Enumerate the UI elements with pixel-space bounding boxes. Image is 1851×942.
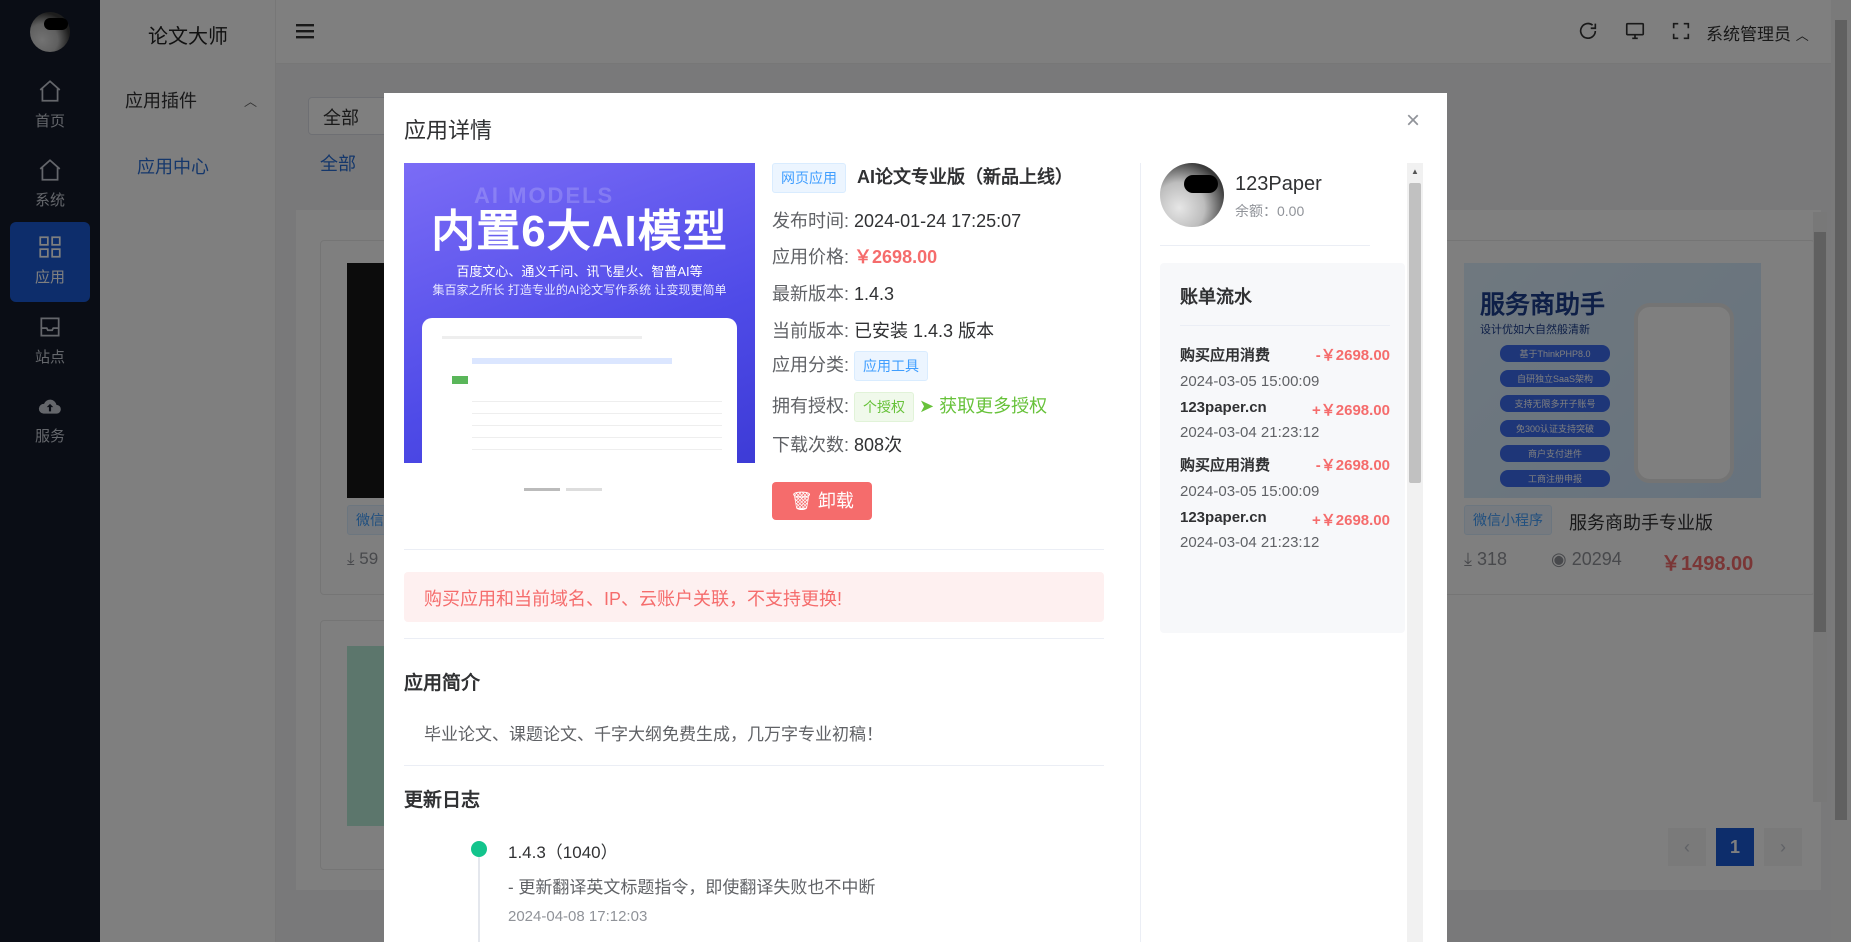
bill-amount: +￥2698.00 bbox=[1312, 402, 1390, 419]
timeline-line bbox=[478, 857, 480, 942]
divider bbox=[404, 549, 1104, 550]
current-version-row: 当前版本: 已安装 1.4.3 版本 bbox=[772, 317, 994, 343]
bill-date: 2024-03-04 21:23:12 bbox=[1180, 534, 1320, 551]
carousel-indicator[interactable] bbox=[524, 478, 608, 496]
timeline-dot bbox=[471, 841, 487, 857]
changelog-note: - 更新翻译英文标题指令，即使翻译失败也不中断 bbox=[508, 878, 876, 897]
app-banner-image: AI MODELS 内置6大AI模型 百度文心、通义千问、讯飞星火、智普AI等 … bbox=[404, 163, 755, 463]
downloads-value: 808次 bbox=[854, 435, 903, 455]
scroll-up-icon[interactable]: ▲ bbox=[1411, 167, 1419, 176]
banner-subtitle: 百度文心、通义千问、讯飞星火、智普AI等 bbox=[456, 264, 703, 279]
price-row: 应用价格: ￥2698.00 bbox=[772, 243, 937, 269]
intro-title: 应用简介 bbox=[404, 673, 481, 694]
price-label: 应用价格: bbox=[772, 247, 850, 267]
trash-icon: 🗑 bbox=[790, 491, 813, 511]
send-icon: ➤ bbox=[919, 396, 935, 416]
bill-date: 2024-03-05 15:00:09 bbox=[1180, 483, 1320, 500]
divider bbox=[404, 638, 1104, 639]
bill-amount: -￥2698.00 bbox=[1315, 347, 1390, 364]
latest-version-label: 最新版本: bbox=[772, 284, 850, 304]
app-header: 网页应用 AI论文专业版（新品上线） bbox=[772, 163, 1073, 193]
banner-headline: 内置6大AI模型 bbox=[431, 207, 728, 256]
app-type-tag: 网页应用 bbox=[772, 163, 846, 193]
banner-screenshot bbox=[422, 318, 737, 463]
category-label: 应用分类: bbox=[772, 355, 850, 375]
banner-tagline: 集百家之所长 打造专业的AI论文写作系统 让变现更简单 bbox=[432, 283, 727, 297]
changelog-title: 更新日志 bbox=[404, 790, 481, 811]
warning-alert: 购买应用和当前域名、IP、云账户关联，不支持更换! bbox=[404, 572, 1104, 622]
modal-scrollbar[interactable]: ▲ bbox=[1407, 163, 1423, 942]
bill-row: 123paper.cn +￥2698.00 2024-03-04 21:23:1… bbox=[1180, 509, 1390, 551]
divider bbox=[404, 765, 1104, 766]
bill-amount: +￥2698.00 bbox=[1312, 512, 1390, 529]
license-label: 拥有授权: bbox=[772, 396, 850, 416]
get-more-license-link[interactable]: ➤ 获取更多授权 bbox=[919, 396, 1047, 416]
category-tag: 应用工具 bbox=[854, 351, 929, 381]
changelog-version: 1.4.3（1040） bbox=[508, 843, 618, 862]
app-detail-modal: 应用详情 × AI MODELS 内置6大AI模型 百度文心、通义千问、讯飞星火… bbox=[384, 93, 1447, 942]
license-row: 拥有授权: 个授权 ➤ 获取更多授权 bbox=[772, 392, 1047, 422]
user-balance: 余额：0.00 bbox=[1235, 203, 1305, 219]
latest-version-row: 最新版本: 1.4.3 bbox=[772, 280, 894, 306]
modal-title: 应用详情 bbox=[404, 118, 493, 143]
bill-amount: -￥2698.00 bbox=[1315, 457, 1390, 474]
price-value: ￥2698.00 bbox=[854, 247, 938, 267]
intro-text: 毕业论文、课题论文、千字大纲免费生成，几万字专业初稿！ bbox=[424, 725, 883, 744]
divider bbox=[1160, 245, 1370, 246]
vertical-divider bbox=[1140, 163, 1141, 942]
uninstall-button[interactable]: 🗑 卸载 bbox=[772, 482, 872, 520]
publish-value: 2024-01-24 17:25:07 bbox=[854, 211, 1022, 231]
bill-title: 账单流水 bbox=[1180, 287, 1252, 307]
license-tag: 个授权 bbox=[854, 392, 915, 422]
current-version-label: 当前版本: bbox=[772, 321, 850, 341]
user-name: 123Paper bbox=[1235, 173, 1322, 195]
publish-row: 发布时间: 2024-01-24 17:25:07 bbox=[772, 207, 1021, 233]
get-more-license-label: 获取更多授权 bbox=[939, 396, 1048, 416]
bill-row: 购买应用消费 -￥2698.00 2024-03-05 15:00:09 bbox=[1180, 454, 1390, 500]
bill-date: 2024-03-05 15:00:09 bbox=[1180, 373, 1320, 390]
current-version-value: 已安装 1.4.3 版本 bbox=[854, 321, 995, 341]
bill-date: 2024-03-04 21:23:12 bbox=[1180, 424, 1320, 441]
close-icon[interactable]: × bbox=[1406, 107, 1420, 135]
app-name: AI论文专业版（新品上线） bbox=[857, 167, 1074, 187]
category-row: 应用分类: 应用工具 bbox=[772, 351, 929, 381]
publish-label: 发布时间: bbox=[772, 211, 850, 231]
downloads-label: 下载次数: bbox=[772, 435, 850, 455]
downloads-row: 下载次数: 808次 bbox=[772, 431, 902, 457]
modal-scrollbar-thumb[interactable] bbox=[1409, 183, 1421, 483]
divider bbox=[1180, 325, 1390, 326]
latest-version-value: 1.4.3 bbox=[854, 284, 895, 304]
uninstall-label: 卸载 bbox=[817, 491, 854, 511]
bill-row: 购买应用消费 -￥2698.00 2024-03-05 15:00:09 bbox=[1180, 344, 1390, 390]
bill-row: 123paper.cn +￥2698.00 2024-03-04 21:23:1… bbox=[1180, 399, 1390, 441]
bill-panel: 账单流水 购买应用消费 -￥2698.00 2024-03-05 15:00:0… bbox=[1160, 263, 1405, 633]
avatar bbox=[1160, 163, 1224, 227]
changelog-date: 2024-04-08 17:12:03 bbox=[508, 908, 648, 925]
